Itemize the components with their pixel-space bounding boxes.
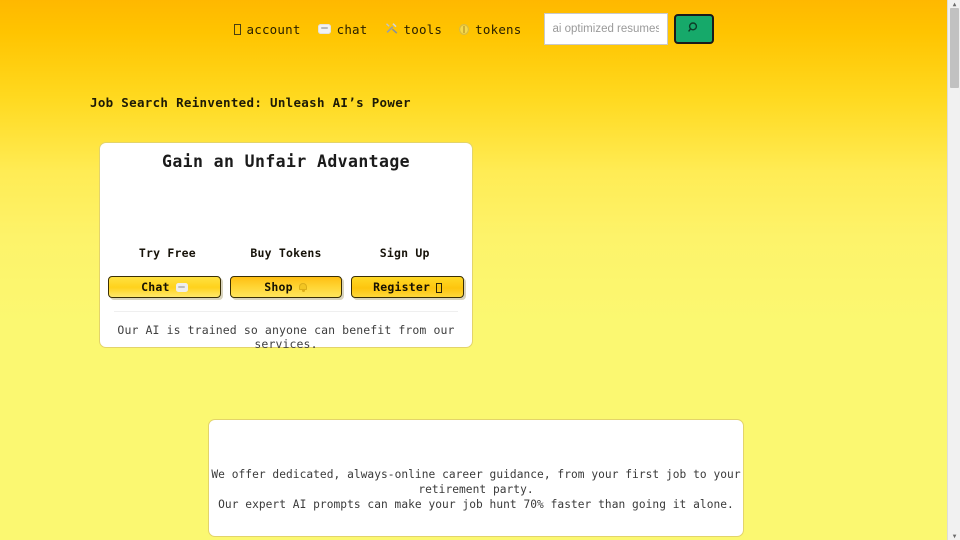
info-card: We offer dedicated, always-online career…: [208, 419, 744, 537]
scrollbar-thumb[interactable]: [950, 8, 959, 88]
nav-link-tokens[interactable]: tokens: [459, 22, 521, 37]
tofu-icon: [436, 283, 443, 293]
hero-cta-buttons: Chat Shop Register: [108, 276, 465, 298]
speech-bubble-icon: [175, 282, 188, 292]
nav-link-chat[interactable]: chat: [317, 21, 368, 37]
shop-button[interactable]: Shop: [229, 276, 343, 298]
magnifier-icon: [687, 21, 700, 37]
nav-link-tools[interactable]: tools: [385, 22, 443, 37]
search-button[interactable]: [673, 14, 714, 44]
nav-link-chat-label: chat: [336, 21, 368, 37]
vertical-scrollbar[interactable]: ▲ ▼: [947, 0, 960, 540]
column-label-try-free: Try Free: [138, 246, 196, 260]
scrollbar-down-arrow-icon[interactable]: ▼: [948, 532, 960, 540]
search-input[interactable]: [543, 13, 668, 45]
nav-link-tokens-label: tokens: [475, 21, 522, 37]
hero-column-labels: Try Free Buy Tokens Sign Up: [108, 246, 464, 260]
info-card-line-2: Our expert AI prompts can make your job …: [218, 498, 734, 511]
scrollbar-up-arrow-icon[interactable]: ▲: [948, 0, 960, 8]
user-tofu-icon: [233, 23, 241, 36]
chat-button-label: Chat: [141, 280, 170, 294]
nav-link-account[interactable]: account: [233, 21, 301, 37]
page-viewport: account chat tools tokens ai optimized r…: [0, 0, 947, 540]
info-card-line-1: We offer dedicated, always-online career…: [211, 468, 741, 496]
info-card-text: We offer dedicated, always-online career…: [209, 467, 743, 512]
register-button[interactable]: Register: [351, 276, 465, 298]
search-form: [543, 13, 714, 45]
column-label-buy-tokens: Buy Tokens: [250, 246, 322, 260]
page-headline: Job Search Reinvented: Unleash AI’s Powe…: [90, 95, 411, 110]
hero-footnote: Our AI is trained so anyone can benefit …: [117, 323, 455, 351]
hero-card-divider: [114, 311, 458, 312]
bell-icon: [299, 282, 308, 292]
coin-icon: [459, 23, 470, 36]
nav-link-account-label: account: [246, 21, 301, 37]
top-navigation-bar: account chat tools tokens ai optimized r…: [0, 0, 947, 58]
column-label-sign-up: Sign Up: [379, 246, 430, 260]
register-button-label: Register: [373, 280, 431, 294]
hero-card: Gain an Unfair Advantage Try Free Buy To…: [99, 142, 473, 351]
hero-title: Gain an Unfair Advantage: [161, 152, 410, 171]
nav-link-tools-label: tools: [403, 21, 443, 37]
speech-bubble-icon: [317, 23, 331, 35]
shop-button-label: Shop: [264, 280, 293, 294]
nav-links: account chat tools tokens: [233, 21, 522, 37]
hammer-and-wrench-icon: [385, 22, 398, 36]
chat-button[interactable]: Chat: [108, 276, 221, 298]
